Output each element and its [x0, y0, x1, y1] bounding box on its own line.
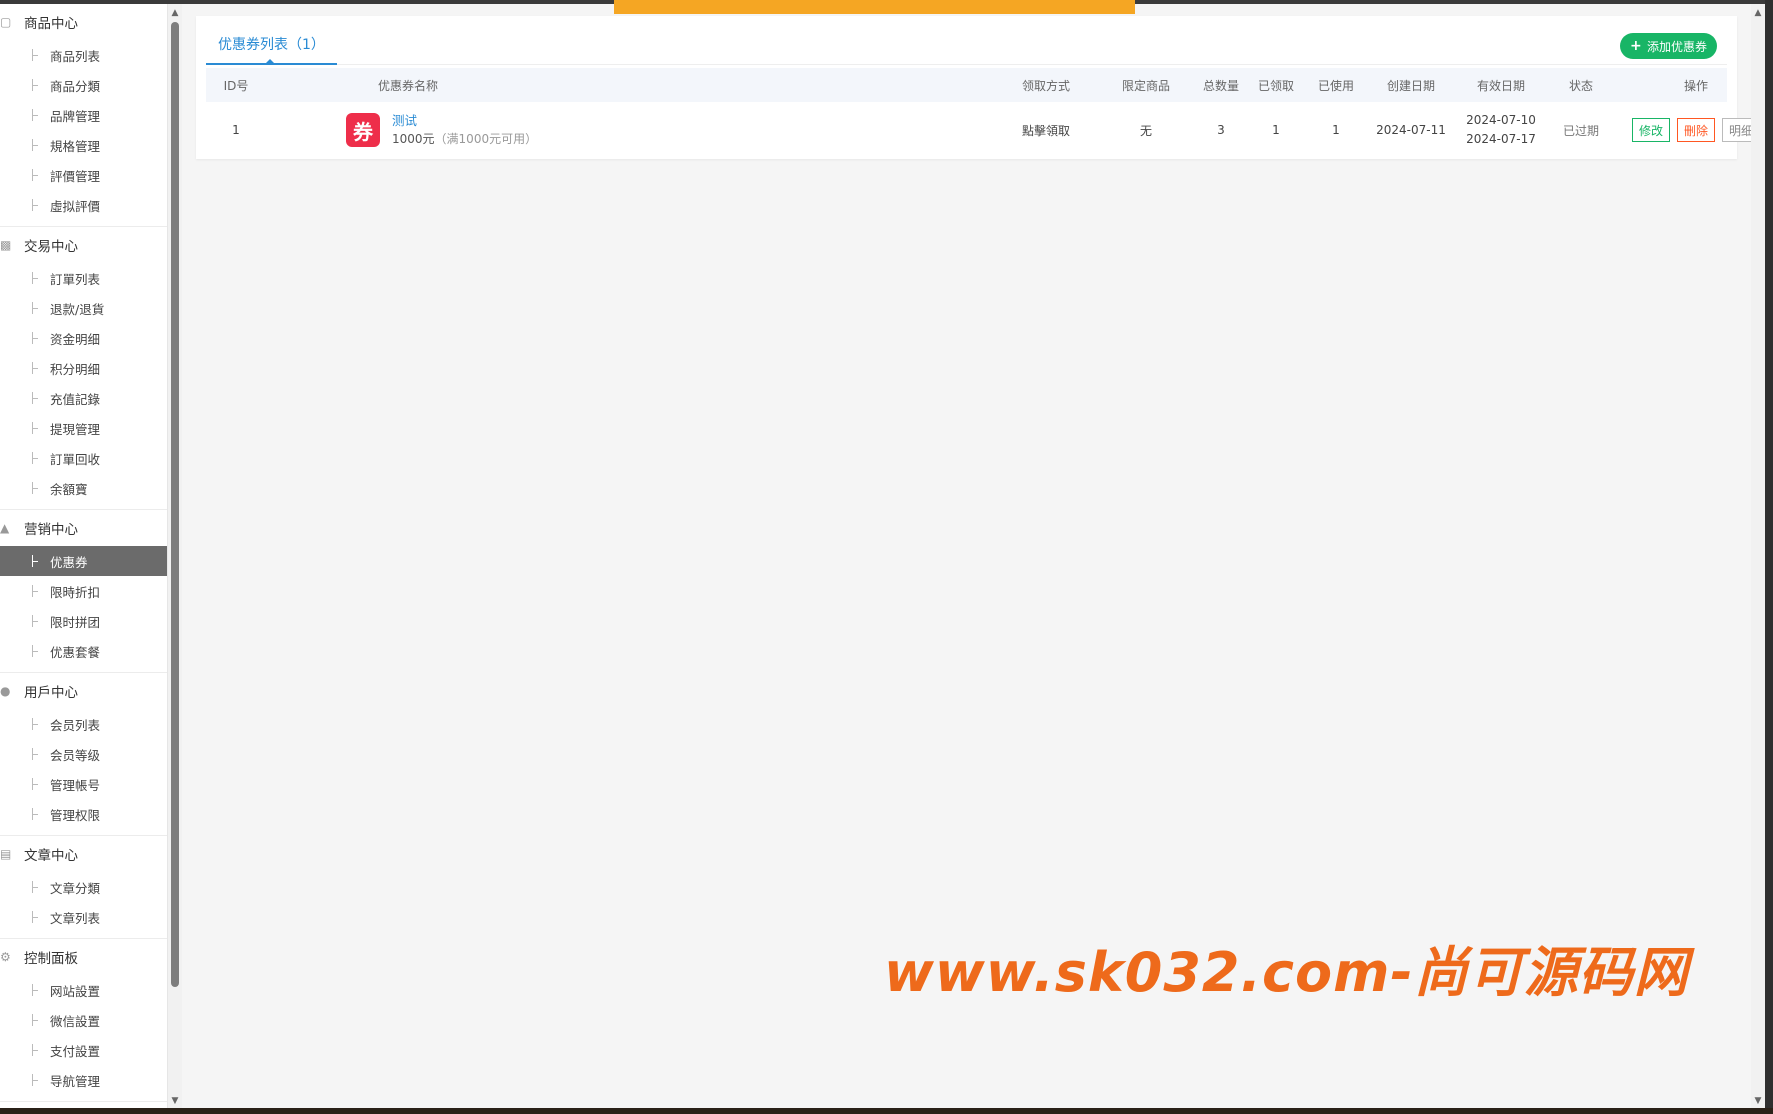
sidebar-item-coupon[interactable]: 优惠券	[0, 546, 167, 576]
sidebar-group-goods: ▢ 商品中心 商品列表 商品分類 品牌管理 規格管理 評價管理 虛拟評價	[0, 4, 167, 227]
sidebar-item-nav-management[interactable]: 导航管理	[0, 1065, 167, 1095]
sidebar-item-balance[interactable]: 余額寶	[0, 473, 167, 503]
main-scrollbar[interactable]: ▲ ▼	[1751, 4, 1765, 1110]
bottom-strip	[0, 1108, 1773, 1114]
sidebar-item-brand[interactable]: 品牌管理	[0, 100, 167, 130]
sidebar-group-user: ● 用戶中心 会员列表 会员等级 管理帳号 管理权限	[0, 673, 167, 836]
sidebar-item-package[interactable]: 优惠套餐	[0, 636, 167, 666]
window-edge	[1765, 0, 1773, 1114]
coupon-info: 测试 1000元（满1000元可用）	[392, 112, 537, 148]
sidebar-item-flash-discount[interactable]: 限時折扣	[0, 576, 167, 606]
sidebar-group-trade: ▩ 交易中心 訂單列表 退款/退貨 资金明细 积分明细 充值記錄 提現管理 訂單…	[0, 227, 167, 510]
cell-way: 點擊領取	[1021, 123, 1070, 138]
cell-name: 券 测试 1000元（满1000元可用）	[266, 112, 996, 148]
sidebar-group-marketing: ▲ 营销中心 优惠券 限時折扣 限时拼团 优惠套餐	[0, 510, 167, 673]
header-used: 已使用	[1317, 78, 1354, 93]
sidebar-item-members[interactable]: 会员列表	[0, 709, 167, 739]
sidebar-item-points[interactable]: 积分明细	[0, 353, 167, 383]
header-created: 创建日期	[1386, 78, 1435, 93]
coupon-table: ID号 优惠券名称 领取方式 限定商品 总数量 已领取 已使用 创建日期 有效日…	[206, 68, 1761, 158]
sidebar-group-title[interactable]: ● 用戶中心	[0, 673, 167, 709]
sidebar-group-title[interactable]: ▢ 商品中心	[0, 4, 167, 40]
sidebar-group-title[interactable]: ⚙ 控制面板	[0, 939, 167, 975]
box-icon: ▢	[0, 15, 12, 29]
sidebar-item-article-list[interactable]: 文章列表	[0, 902, 167, 932]
sidebar-group-control: ⚙ 控制面板 网站設置 微信設置 支付設置 导航管理	[0, 939, 167, 1102]
scroll-up-icon[interactable]: ▲	[1753, 8, 1763, 18]
app-window: ▢ 商品中心 商品列表 商品分類 品牌管理 規格管理 評價管理 虛拟評價 ▩ 交…	[0, 0, 1773, 1114]
gear-icon: ⚙	[0, 950, 11, 964]
sidebar-item-refund[interactable]: 退款/退貨	[0, 293, 167, 323]
coupon-ticket-icon: 券	[346, 113, 380, 147]
cell-used: 1	[1332, 123, 1340, 137]
cell-created: 2024-07-11	[1376, 123, 1446, 137]
sidebar-item-article-category[interactable]: 文章分類	[0, 872, 167, 902]
area-chart-icon: ▲	[0, 521, 10, 535]
document-icon: ▤	[0, 847, 12, 861]
table-header: ID号 优惠券名称 领取方式 限定商品 总数量 已领取 已使用 创建日期 有效日…	[206, 68, 1727, 102]
sidebar-item-order-recycle[interactable]: 訂單回收	[0, 443, 167, 473]
sidebar-item-withdraw[interactable]: 提現管理	[0, 413, 167, 443]
sidebar-scrollbar[interactable]: ▲ ▼	[168, 4, 182, 1110]
sidebar-item-spec[interactable]: 規格管理	[0, 130, 167, 160]
sidebar-group-title[interactable]: ▩ 交易中心	[0, 227, 167, 263]
cell-total: 3	[1217, 123, 1225, 137]
sidebar-item-review[interactable]: 評價管理	[0, 160, 167, 190]
sidebar-item-virtual-review[interactable]: 虛拟評價	[0, 190, 167, 220]
sidebar-group-title[interactable]: ▲ 营销中心	[0, 510, 167, 546]
sidebar-item-member-level[interactable]: 会员等级	[0, 739, 167, 769]
header-got: 已领取	[1257, 78, 1294, 93]
watermark: www.sk032.com-尚可源码网	[884, 941, 1689, 1004]
sidebar-item-funds[interactable]: 资金明细	[0, 323, 167, 353]
header-total: 总数量	[1202, 78, 1239, 93]
cell-ops: 修改 刪除 明细	[1616, 118, 1773, 142]
cell-valid: 2024-07-10 2024-07-17	[1456, 111, 1546, 149]
plus-icon: +	[1629, 38, 1642, 54]
sidebar-item-payment-settings[interactable]: 支付設置	[0, 1035, 167, 1065]
user-icon: ●	[0, 684, 11, 698]
scroll-thumb[interactable]	[171, 22, 179, 987]
sidebar-item-recharge[interactable]: 充值記錄	[0, 383, 167, 413]
delete-button[interactable]: 刪除	[1676, 118, 1715, 142]
coupon-amount: 1000元（满1000元可用）	[392, 132, 538, 146]
coupon-title-link[interactable]: 测试	[392, 112, 537, 130]
cell-limit: 无	[1139, 123, 1152, 138]
header-ops: 操作	[1683, 78, 1708, 93]
sidebar-item-admin-permissions[interactable]: 管理权限	[0, 799, 167, 829]
top-accent-bar	[614, 0, 1135, 14]
coupon-condition: （满1000元可用）	[434, 132, 538, 146]
sidebar-item-group-buy[interactable]: 限时拼团	[0, 606, 167, 636]
header-way: 领取方式	[1021, 78, 1070, 93]
sidebar-item-orders[interactable]: 訂單列表	[0, 263, 167, 293]
sidebar-item-site-settings[interactable]: 网站設置	[0, 975, 167, 1005]
tab-bar: 优惠券列表（1） + 添加优惠券	[206, 24, 1727, 65]
scroll-down-icon[interactable]: ▼	[170, 1096, 180, 1106]
sidebar-item-goods-category[interactable]: 商品分類	[0, 70, 167, 100]
valid-start: 2024-07-10	[1466, 113, 1536, 127]
cell-id: 1	[232, 123, 240, 137]
scroll-down-icon[interactable]: ▼	[1753, 1096, 1763, 1106]
add-coupon-button[interactable]: + 添加优惠券	[1619, 33, 1717, 59]
header-valid: 有效日期	[1476, 78, 1525, 93]
sidebar-item-goods-list[interactable]: 商品列表	[0, 40, 167, 70]
header-name: 优惠券名称	[378, 78, 439, 93]
scroll-up-icon[interactable]: ▲	[170, 8, 180, 18]
coupon-panel: 优惠券列表（1） + 添加优惠券 ID号 优惠券名称 领取方式 限定商品 总数量…	[196, 16, 1761, 159]
valid-end: 2024-07-17	[1466, 132, 1536, 146]
edit-button[interactable]: 修改	[1631, 118, 1670, 142]
status-badge: 已过期	[1562, 123, 1599, 138]
header-status: 状态	[1568, 78, 1593, 93]
sidebar-item-wechat-settings[interactable]: 微信設置	[0, 1005, 167, 1035]
tab-coupon-list[interactable]: 优惠券列表（1）	[206, 24, 337, 65]
header-limit: 限定商品	[1121, 78, 1170, 93]
sidebar-group-title[interactable]: ▤ 文章中心	[0, 836, 167, 872]
table-row: 1 券 测试 1000元（满1000元可用） 點擊領取 无 3 1 1 2024…	[206, 102, 1761, 158]
sidebar-item-admin-accounts[interactable]: 管理帳号	[0, 769, 167, 799]
bar-chart-icon: ▩	[0, 238, 12, 252]
sidebar-group-article: ▤ 文章中心 文章分類 文章列表	[0, 836, 167, 939]
cell-got: 1	[1272, 123, 1280, 137]
sidebar: ▢ 商品中心 商品列表 商品分類 品牌管理 規格管理 評價管理 虛拟評價 ▩ 交…	[0, 4, 168, 1110]
header-id: ID号	[223, 78, 249, 93]
